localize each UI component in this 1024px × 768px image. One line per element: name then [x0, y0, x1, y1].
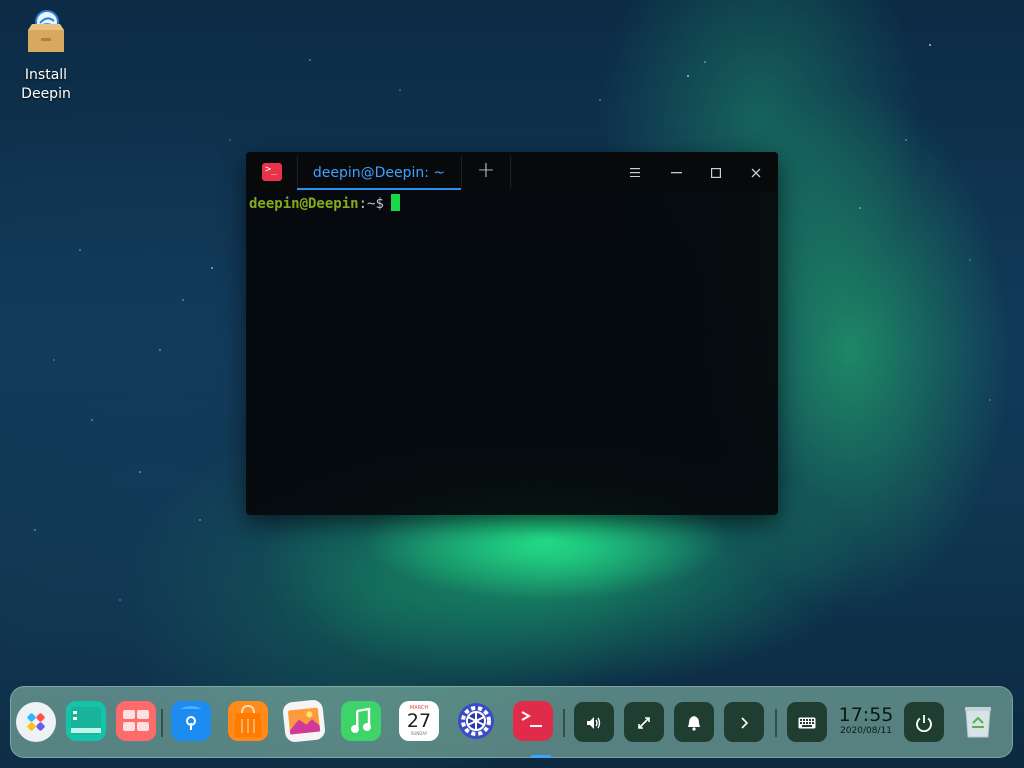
- app-store-icon[interactable]: [228, 701, 268, 741]
- minimize-icon[interactable]: [665, 162, 687, 184]
- dock-separator: [161, 709, 163, 737]
- calendar-day: 27: [406, 710, 432, 732]
- calendar-icon[interactable]: MARCH 27 SUNDAY: [399, 701, 439, 741]
- maximize-icon[interactable]: [705, 162, 727, 184]
- dock-separator: [775, 709, 777, 737]
- plus-icon[interactable]: +: [474, 160, 498, 184]
- music-icon[interactable]: [341, 701, 381, 741]
- tab-separator: [510, 156, 511, 188]
- show-desktop-icon[interactable]: [116, 701, 156, 741]
- bell-icon[interactable]: [674, 702, 714, 742]
- tab-separator: [461, 156, 462, 188]
- clock-time: 17:55: [838, 704, 894, 726]
- launcher-icon[interactable]: [16, 702, 56, 742]
- desktop-icon-install-deepin[interactable]: Install Deepin: [14, 8, 78, 104]
- terminal-titlebar[interactable]: >_ deepin@Deepin: ~ +: [246, 152, 778, 192]
- terminal-output[interactable]: deepin@Deepin:~$: [246, 192, 778, 215]
- hamburger-menu-icon[interactable]: [624, 162, 646, 184]
- volume-icon[interactable]: [574, 702, 614, 742]
- active-tab-indicator: [297, 188, 461, 190]
- calendar-weekday: SUNDAY: [410, 731, 428, 736]
- terminal-icon[interactable]: [513, 701, 553, 741]
- image-viewer-icon[interactable]: [282, 699, 326, 743]
- desktop-icon-label: Install Deepin: [21, 67, 71, 102]
- active-app-indicator: [531, 755, 551, 758]
- terminal-cursor: [390, 194, 400, 211]
- multitask-icon[interactable]: [66, 701, 106, 741]
- terminal-window[interactable]: >_ deepin@Deepin: ~ + deepin@Deepin:~$: [246, 152, 778, 515]
- trash-icon[interactable]: [958, 701, 998, 741]
- network-icon[interactable]: [624, 702, 664, 742]
- clock[interactable]: 17:55 2020/08/11: [837, 705, 895, 737]
- settings-gear-icon[interactable]: [456, 701, 496, 741]
- close-icon[interactable]: [745, 162, 767, 184]
- prompt-user: deepin@Deepin: [249, 196, 359, 212]
- prompt-symbol: $: [375, 196, 384, 212]
- prompt-path: :~: [358, 196, 376, 212]
- keyboard-icon[interactable]: [787, 702, 827, 742]
- file-manager-icon[interactable]: [171, 701, 211, 741]
- dock: MARCH 27 SUNDAY 17:55 2020/08/11: [10, 686, 1013, 758]
- installer-box-icon: [22, 8, 70, 56]
- chevron-right-icon[interactable]: [724, 702, 764, 742]
- clock-date: 2020/08/11: [840, 726, 892, 736]
- dock-separator: [563, 709, 565, 737]
- terminal-icon: >_: [262, 163, 282, 181]
- power-icon[interactable]: [904, 702, 944, 742]
- tab-deepin-home[interactable]: deepin@Deepin: ~: [297, 160, 461, 190]
